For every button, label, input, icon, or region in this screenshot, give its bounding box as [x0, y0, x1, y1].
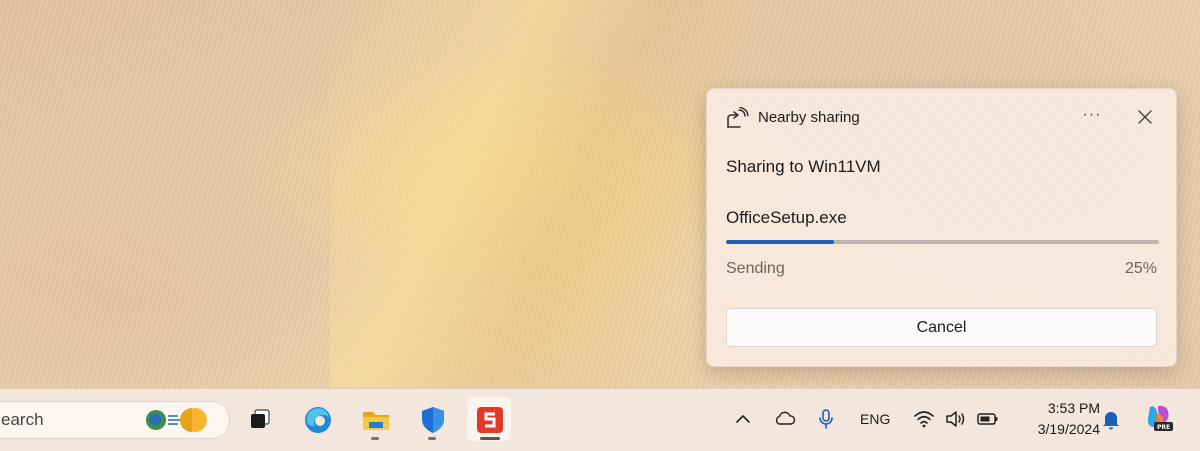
- taskbar: earch ENG 3:53 PM 3/19/2024 PRE: [0, 388, 1200, 451]
- transfer-progress-fill: [726, 240, 835, 244]
- more-options-button[interactable]: ···: [1077, 103, 1107, 131]
- close-icon[interactable]: [1131, 103, 1159, 131]
- cancel-button[interactable]: Cancel: [726, 308, 1157, 347]
- battery-icon[interactable]: [976, 407, 1000, 431]
- folder-icon: [363, 412, 389, 430]
- onedrive-icon[interactable]: [773, 407, 797, 431]
- sharing-target-text: Sharing to Win11VM: [726, 157, 881, 176]
- taskbar-app-file-explorer[interactable]: [353, 397, 397, 441]
- search-box[interactable]: earch: [0, 401, 230, 439]
- microphone-icon[interactable]: [814, 407, 838, 431]
- edge-icon: [305, 407, 331, 433]
- search-placeholder: earch: [1, 410, 44, 429]
- task-view-button[interactable]: [238, 397, 282, 441]
- copilot-pre-icon[interactable]: PRE: [1144, 403, 1174, 433]
- nearby-sharing-notification: Nearby sharing ··· Sharing to Win11VM Of…: [706, 88, 1177, 367]
- taskbar-app-snagit[interactable]: [467, 397, 511, 441]
- input-language[interactable]: ENG: [860, 411, 890, 427]
- running-indicator-active: [480, 437, 500, 440]
- wifi-icon[interactable]: [912, 407, 936, 431]
- wallpaper-highlight: [330, 0, 750, 388]
- file-name: OfficeSetup.exe: [726, 208, 847, 227]
- running-indicator: [428, 437, 436, 440]
- search-highlight-icon: [146, 408, 207, 432]
- transfer-percent: 25%: [1124, 260, 1157, 277]
- transfer-status: Sending: [726, 260, 785, 277]
- clock-date[interactable]: 3/19/2024: [1018, 421, 1100, 437]
- transfer-progress-bar: [726, 240, 1159, 244]
- running-indicator: [371, 437, 379, 440]
- task-view-icon: [251, 409, 270, 428]
- notification-title: Nearby sharing: [758, 109, 860, 126]
- taskbar-app-edge[interactable]: [295, 397, 339, 441]
- svg-text:PRE: PRE: [1157, 424, 1170, 431]
- notification-header: Nearby sharing ···: [707, 89, 1176, 145]
- snagit-icon: [477, 407, 503, 433]
- chevron-up-icon[interactable]: [731, 407, 755, 431]
- clock-time[interactable]: 3:53 PM: [1030, 400, 1100, 416]
- shield-icon: [422, 407, 444, 433]
- nearby-share-icon: [727, 107, 749, 128]
- taskbar-app-windows-security[interactable]: [410, 397, 454, 441]
- notification-bell-icon[interactable]: [1099, 407, 1123, 431]
- speaker-icon[interactable]: [944, 407, 968, 431]
